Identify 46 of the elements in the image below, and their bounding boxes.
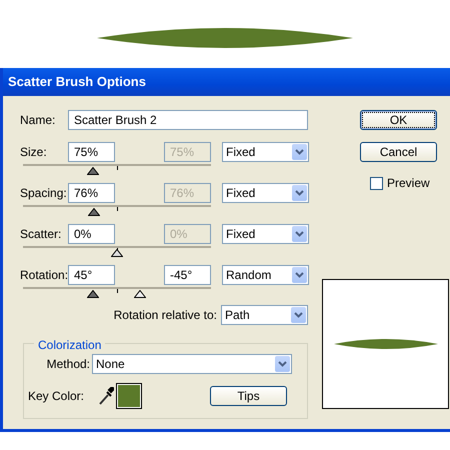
field-label: Name:	[20, 112, 56, 129]
value-field: 0%	[164, 224, 211, 244]
value-field[interactable]: 0%	[68, 224, 115, 244]
dropdown-value: Random	[226, 267, 272, 284]
slider-track[interactable]	[23, 164, 211, 176]
checkbox[interactable]	[370, 176, 383, 190]
slider-track[interactable]	[23, 287, 211, 299]
slider-track[interactable]	[23, 246, 211, 258]
tips-button[interactable]: Tips	[210, 386, 287, 406]
field-label: Spacing:	[20, 185, 65, 202]
slider-thumb[interactable]	[88, 208, 100, 216]
slider-thumb[interactable]	[86, 290, 99, 298]
field-label: Size:	[20, 144, 48, 161]
dropdown[interactable]: Random	[222, 265, 309, 285]
dropdown-value: Fixed	[226, 144, 256, 161]
field-label: Scatter:	[20, 226, 62, 243]
slider-thumb[interactable]	[134, 290, 146, 298]
field-label: Rotation:	[20, 267, 65, 284]
field-label: Rotation relative to:	[114, 307, 217, 324]
dropdown[interactable]: None	[92, 354, 292, 374]
slider-thumb[interactable]	[111, 249, 123, 257]
value-field[interactable]: -45°	[164, 265, 211, 285]
value-field[interactable]: 45°	[68, 265, 115, 285]
dropdown-value: None	[96, 356, 125, 373]
dropdown[interactable]: Fixed	[222, 224, 309, 244]
dropdown[interactable]: Fixed	[222, 142, 309, 162]
dialog-button[interactable]: Cancel	[360, 142, 437, 162]
value-field: 75%	[164, 142, 211, 162]
value-field[interactable]: 76%	[68, 183, 115, 203]
field-label: Key Color:	[26, 388, 84, 405]
key-color-swatch[interactable]	[116, 383, 142, 409]
name-field[interactable]: Scatter Brush 2	[68, 110, 308, 130]
dialog-button[interactable]: OK	[360, 110, 437, 130]
window-title: Scatter Brush Options	[3, 68, 450, 96]
slider-track[interactable]	[23, 205, 211, 217]
dropdown-value: Fixed	[226, 185, 256, 202]
field-label: Method:	[46, 356, 90, 373]
dropdown-value: Fixed	[226, 226, 256, 243]
slider-thumb[interactable]	[86, 167, 99, 175]
dropdown-value: Path	[225, 307, 250, 324]
checkbox-label: Preview	[387, 175, 430, 192]
value-field: 76%	[164, 183, 211, 203]
dropdown[interactable]: Path	[221, 305, 308, 325]
dropdown[interactable]: Fixed	[222, 183, 309, 203]
value-field[interactable]: 75%	[68, 142, 115, 162]
eyedropper-icon[interactable]	[98, 387, 114, 405]
